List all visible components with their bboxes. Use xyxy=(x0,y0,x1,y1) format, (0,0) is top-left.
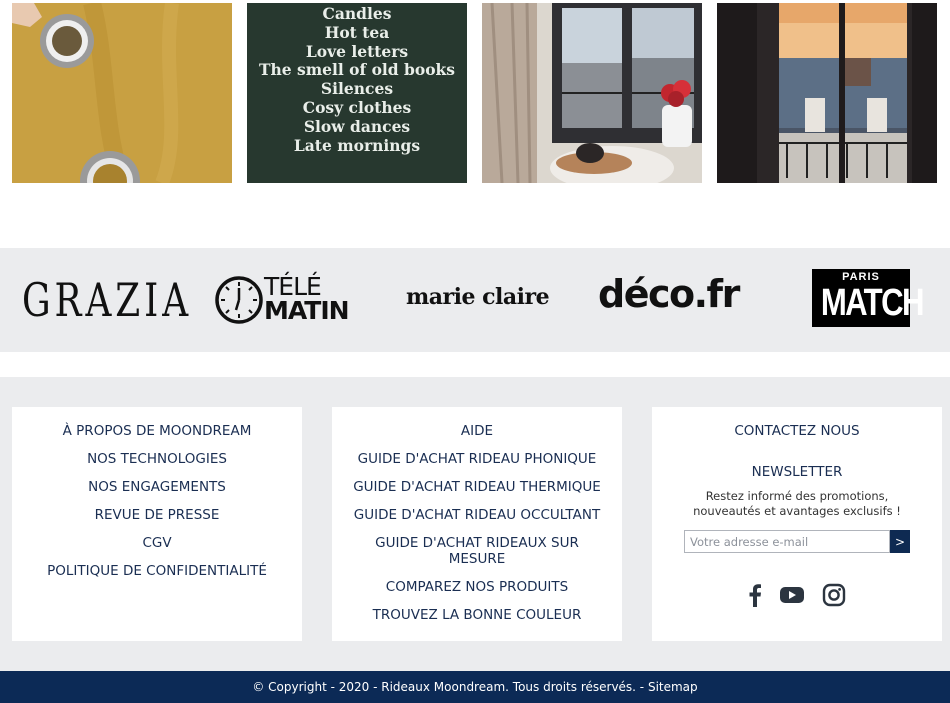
paris-window-illustration xyxy=(717,3,937,183)
quote-line: Love letters xyxy=(305,41,409,61)
gallery-image-quote[interactable]: Candles Hot tea Love letters The smell o… xyxy=(247,3,467,183)
newsletter-description: Restez informé des promotions, nouveauté… xyxy=(693,489,901,518)
gallery-image-curtain-eyelets[interactable] xyxy=(12,3,232,183)
marie-claire-logo[interactable]: marie claire xyxy=(406,284,550,310)
about-links: À PROPOS DE MOONDREAM NOS TECHNOLOGIES N… xyxy=(12,407,302,579)
curtain-eyelets-illustration xyxy=(12,3,232,183)
footer-link-help[interactable]: AIDE xyxy=(332,423,622,439)
footer-column-about: À PROPOS DE MOONDREAM NOS TECHNOLOGIES N… xyxy=(12,407,302,641)
facebook-icon[interactable] xyxy=(748,583,762,611)
copyright-bar: © Copyright - 2020 - Rideaux Moondream. … xyxy=(0,671,950,703)
newsletter-email-input[interactable] xyxy=(684,530,890,553)
footer-column-help: AIDE GUIDE D'ACHAT RIDEAU PHONIQUE GUIDE… xyxy=(332,407,622,641)
footer-link-privacy[interactable]: POLITIQUE DE CONFIDENTIALITÉ xyxy=(12,563,302,579)
telematin-bottom: MATIN xyxy=(264,296,350,325)
youtube-icon[interactable] xyxy=(779,585,805,609)
copyright-text: © Copyright - 2020 - Rideaux Moondream. … xyxy=(252,680,648,694)
footer-column-contact: CONTACTEZ NOUS NEWSLETTER Restez informé… xyxy=(652,407,942,641)
newsletter-submit-button[interactable]: > xyxy=(890,530,910,553)
newsletter-title: NEWSLETTER xyxy=(751,464,843,480)
quote-line: Slow dances xyxy=(303,116,411,136)
footer-link-press-review[interactable]: REVUE DE PRESSE xyxy=(12,507,302,523)
paris-match-bottom: MATCH xyxy=(820,282,925,324)
footer-link-guide-occultant[interactable]: GUIDE D'ACHAT RIDEAU OCCULTANT xyxy=(332,507,622,523)
telematin-logo[interactable]: TÉLÉ MATIN xyxy=(214,272,359,326)
grazia-logo[interactable]: GRAZIA xyxy=(22,274,192,326)
quote-line: Hot tea xyxy=(324,22,390,42)
window-tea-illustration xyxy=(482,3,702,183)
site-footer: À PROPOS DE MOONDREAM NOS TECHNOLOGIES N… xyxy=(0,377,950,671)
deco-fr-logo[interactable]: déco.fr xyxy=(598,272,740,316)
social-links xyxy=(652,583,942,609)
quote-line: The smell of old books xyxy=(258,60,456,80)
gallery-image-window-tea[interactable] xyxy=(482,3,702,183)
footer-link-engagements[interactable]: NOS ENGAGEMENTS xyxy=(12,479,302,495)
sitemap-link[interactable]: Sitemap xyxy=(648,680,698,694)
quote-line: Silences xyxy=(320,79,394,99)
quote-text: Candles Hot tea Love letters The smell o… xyxy=(247,4,467,155)
quote-line: Late mornings xyxy=(293,135,421,155)
footer-link-cgv[interactable]: CGV xyxy=(12,535,302,551)
help-links: AIDE GUIDE D'ACHAT RIDEAU PHONIQUE GUIDE… xyxy=(332,407,622,623)
page: Candles Hot tea Love letters The smell o… xyxy=(0,0,950,703)
instagram-icon[interactable] xyxy=(822,583,846,611)
footer-link-compare[interactable]: COMPAREZ NOS PRODUITS xyxy=(332,579,622,595)
gallery-image-paris-window[interactable] xyxy=(717,3,937,183)
footer-link-guide-thermique[interactable]: GUIDE D'ACHAT RIDEAU THERMIQUE xyxy=(332,479,622,495)
footer-link-color[interactable]: TROUVEZ LA BONNE COULEUR xyxy=(332,607,622,623)
contact-link[interactable]: CONTACTEZ NOUS xyxy=(652,407,942,439)
quote-line: Candles xyxy=(322,4,392,23)
footer-link-guide-sur-mesure[interactable]: GUIDE D'ACHAT RIDEAUX SUR MESURE xyxy=(332,535,622,567)
footer-link-guide-phonique[interactable]: GUIDE D'ACHAT RIDEAU PHONIQUE xyxy=(332,451,622,467)
instagram-gallery: Candles Hot tea Love letters The smell o… xyxy=(0,0,950,183)
footer-link-technologies[interactable]: NOS TECHNOLOGIES xyxy=(12,451,302,467)
press-logos-band: GRAZIA TÉLÉ MATIN marie claire déco.fr P… xyxy=(0,248,950,352)
quote-line: Cosy clothes xyxy=(302,97,412,117)
footer-link-about[interactable]: À PROPOS DE MOONDREAM xyxy=(12,423,302,439)
newsletter-form: > xyxy=(684,530,910,553)
paris-match-logo[interactable]: PARIS MATCH xyxy=(812,269,925,327)
